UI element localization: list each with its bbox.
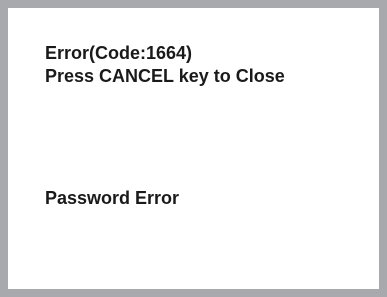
close-instruction-text: Press CANCEL key to Close — [45, 66, 285, 86]
error-code-text: Error(Code:1664) — [45, 43, 193, 63]
error-dialog: Error(Code:1664) Press CANCEL key to Clo… — [0, 0, 387, 297]
password-error-text: Password Error — [45, 188, 180, 208]
